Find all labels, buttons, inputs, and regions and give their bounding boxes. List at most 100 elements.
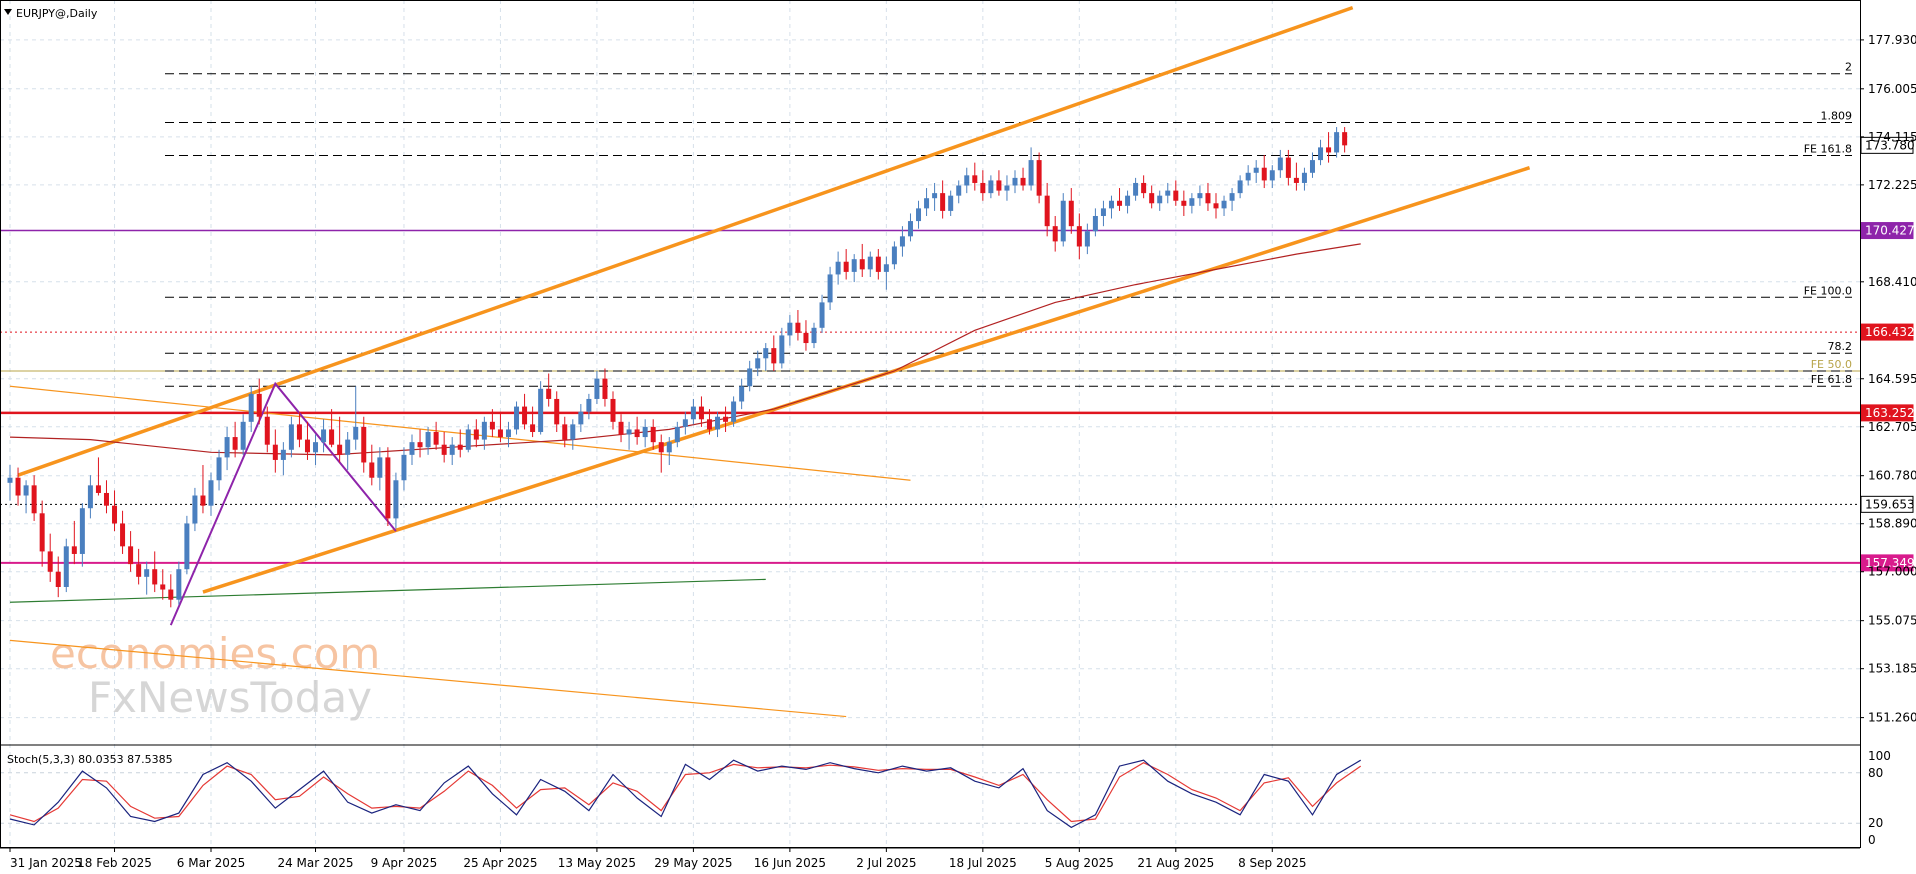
candle-body xyxy=(385,457,391,519)
candle-body xyxy=(15,477,21,496)
candle-body xyxy=(1342,132,1348,146)
candle-body xyxy=(875,256,881,272)
price-tick-label: 160.780 xyxy=(1868,469,1916,483)
price-tick-label: 168.410 xyxy=(1868,275,1916,289)
chart-background xyxy=(0,0,1916,874)
candle-body xyxy=(546,388,552,399)
candle-body xyxy=(87,485,93,509)
candle-body xyxy=(1157,195,1163,204)
candle-body xyxy=(538,388,544,432)
date-tick-label: 8 Sep 2025 xyxy=(1238,856,1306,870)
candle-body xyxy=(224,437,230,458)
date-tick-label: 16 Jun 2025 xyxy=(754,856,826,870)
candle-body xyxy=(1277,157,1283,171)
level-badge-label: 170.427 xyxy=(1865,224,1915,238)
fib-label: FE 61.8 xyxy=(1811,373,1852,386)
candle-body xyxy=(514,406,520,430)
candle-body xyxy=(425,431,431,448)
candle-body xyxy=(1213,203,1219,209)
candle-body xyxy=(192,495,198,524)
candle-body xyxy=(1189,198,1195,206)
date-tick-label: 29 May 2025 xyxy=(654,856,732,870)
candle-body xyxy=(232,437,238,450)
candle-body xyxy=(433,431,439,445)
candle-body xyxy=(843,261,849,272)
candle-body xyxy=(417,442,423,448)
candle-body xyxy=(1092,215,1098,232)
candle-body xyxy=(63,546,69,587)
candle-body xyxy=(1285,157,1291,178)
symbol-header[interactable]: EURJPY@,Daily xyxy=(4,7,98,20)
candle-body xyxy=(899,236,905,247)
candle-body xyxy=(23,485,29,496)
price-tick-label: 174.115 xyxy=(1868,130,1916,144)
candle-body xyxy=(248,393,254,422)
candle-body xyxy=(1084,231,1090,247)
candle-body xyxy=(867,256,873,270)
candle-body xyxy=(787,322,793,336)
stoch-label: Stoch(5,3,3) 80.0353 87.5385 xyxy=(7,753,173,766)
watermark: economies.com FxNewsToday xyxy=(50,629,380,722)
candle-body xyxy=(698,406,704,420)
candle-body xyxy=(1293,177,1299,183)
candle-body xyxy=(264,416,270,445)
candle-body xyxy=(835,261,841,275)
price-tick-label: 151.260 xyxy=(1868,711,1916,725)
date-tick-label: 18 Feb 2025 xyxy=(77,856,152,870)
candle-body xyxy=(369,462,375,478)
candle-body xyxy=(739,386,745,402)
candle-body xyxy=(280,449,286,460)
candle-body xyxy=(924,198,930,209)
candle-body xyxy=(457,444,463,450)
candle-body xyxy=(1012,177,1018,186)
candle-body xyxy=(168,589,174,600)
candle-body xyxy=(851,259,857,272)
candle-body xyxy=(401,454,407,481)
candle-body xyxy=(184,523,190,570)
candle-body xyxy=(916,208,922,222)
candle-body xyxy=(972,175,978,183)
candle-body xyxy=(481,421,487,440)
candle-body xyxy=(353,426,359,440)
candle-body xyxy=(610,398,616,422)
date-tick-label: 5 Aug 2025 xyxy=(1045,856,1114,870)
stoch-level-label: 20 xyxy=(1868,816,1883,830)
candle-body xyxy=(1245,172,1251,181)
candle-body xyxy=(819,302,825,328)
candle-body xyxy=(811,327,817,344)
candle-body xyxy=(642,426,648,438)
candle-body xyxy=(296,424,302,440)
candle-body xyxy=(1044,195,1050,227)
candle-body xyxy=(497,429,503,438)
candle-body xyxy=(1117,200,1123,206)
candle-body xyxy=(313,442,319,453)
candle-body xyxy=(827,274,833,303)
candle-body xyxy=(79,508,85,554)
candle-body xyxy=(1326,147,1332,153)
candle-body xyxy=(626,429,632,435)
candle-body xyxy=(859,259,865,270)
fib-label: FE 100.0 xyxy=(1804,284,1852,297)
candle-body xyxy=(200,495,206,506)
candle-body xyxy=(980,182,986,194)
candle-body xyxy=(329,429,335,445)
price-chart[interactable]: 170.427166.432163.252159.653157.349173.7… xyxy=(0,0,1916,874)
candle-body xyxy=(1318,147,1324,161)
candle-body xyxy=(1060,200,1066,242)
candle-body xyxy=(1165,190,1171,196)
candle-body xyxy=(731,401,737,422)
candle-body xyxy=(39,513,45,552)
candle-body xyxy=(883,264,889,272)
candle-body xyxy=(1125,195,1131,206)
candle-body xyxy=(522,406,528,425)
level-badge-label: 159.653 xyxy=(1865,497,1915,511)
candle-body xyxy=(1261,167,1267,181)
candle-body xyxy=(723,416,729,422)
candle-body xyxy=(256,393,262,417)
candle-body xyxy=(634,429,640,438)
candle-body xyxy=(1181,200,1187,206)
candle-body xyxy=(1309,160,1315,173)
candle-body xyxy=(779,335,785,364)
candle-body xyxy=(650,426,656,443)
stoch-level-label: 80 xyxy=(1868,766,1883,780)
